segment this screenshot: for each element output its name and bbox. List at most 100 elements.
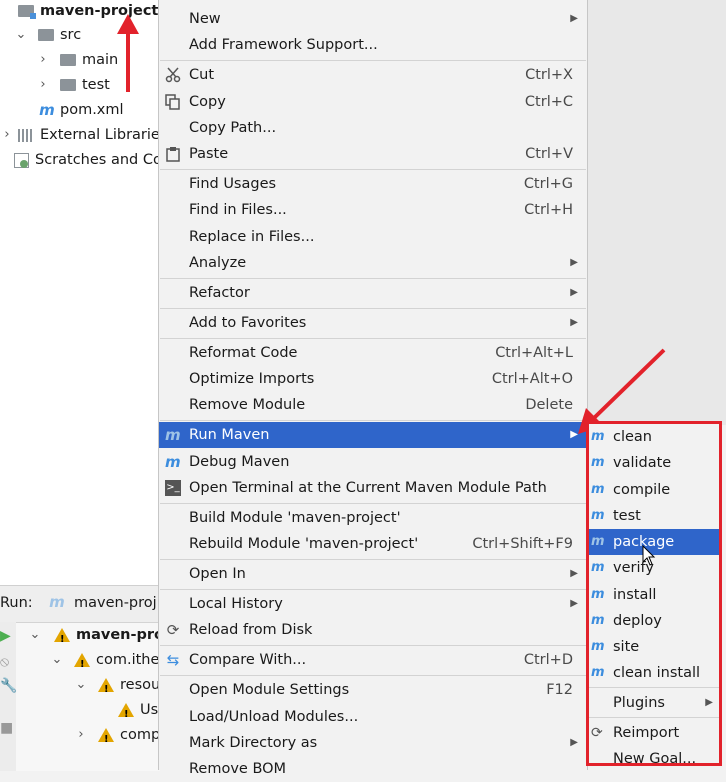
maven-goal-icon: m (591, 429, 605, 444)
run-tree-item[interactable]: ⌄ com.ithe (50, 649, 160, 676)
menu-item-remove-module[interactable]: Remove Module Delete (159, 392, 587, 418)
wrench-icon[interactable]: 🔧 (0, 678, 17, 694)
menu-item-label: Mark Directory as (189, 735, 318, 751)
maven-goal-clean[interactable]: m clean (589, 424, 719, 450)
chevron-right-icon[interactable]: › (74, 724, 88, 746)
tree-item-scratches[interactable]: Scratches and Co (14, 149, 162, 171)
red-arrow-annotation (117, 14, 139, 92)
submenu-plugins[interactable]: Plugins ▶ (589, 690, 719, 716)
chevron-down-icon[interactable]: ⌄ (28, 624, 42, 646)
menu-item-label: Cut (189, 67, 214, 83)
menu-separator (160, 645, 586, 646)
menu-item-find-in-files[interactable]: Find in Files... Ctrl+H (159, 197, 587, 223)
chevron-down-icon[interactable]: ⌄ (74, 674, 88, 696)
tree-item-test[interactable]: › test (36, 74, 109, 96)
menu-item-open-module-settings[interactable]: Open Module Settings F12 (159, 677, 587, 703)
menu-shortcut: Delete (525, 397, 573, 413)
menu-item-refactor[interactable]: Refactor ▶ (159, 280, 587, 306)
menu-item-paste[interactable]: Paste Ctrl+V (159, 141, 587, 167)
maven-goal-icon: m (591, 560, 605, 575)
reload-icon: ⟳ (166, 621, 180, 639)
menu-item-mark-directory-as[interactable]: Mark Directory as ▶ (159, 730, 587, 756)
maven-goal-validate[interactable]: m validate (589, 450, 719, 476)
submenu-arrow-icon: ▶ (570, 13, 578, 24)
menu-item-label: Remove Module (189, 397, 306, 413)
menu-item-compare-with[interactable]: ⇆ Compare With... Ctrl+D (159, 647, 587, 673)
menu-item-label: Remove BOM (189, 761, 287, 777)
stop-icon[interactable]: ⦸ (0, 654, 9, 670)
menu-separator (160, 675, 586, 676)
submenu-reimport[interactable]: ⟳ Reimport (589, 720, 719, 746)
maven-goal-test[interactable]: m test (589, 503, 719, 529)
run-tree-item[interactable]: ⌄ resou (74, 674, 161, 701)
project-tree-panel: maven-project ⌄ src › main › test m pom.… (0, 0, 162, 585)
menu-item-add-to-favorites[interactable]: Add to Favorites ▶ (159, 310, 587, 336)
menu-shortcut: Ctrl+Alt+O (491, 371, 573, 387)
menu-item-label: Load/Unload Modules... (189, 709, 359, 725)
chevron-right-icon[interactable]: › (0, 124, 14, 146)
menu-item-copy-path[interactable]: Copy Path... (159, 115, 587, 141)
submenu-label: Reimport (613, 725, 680, 741)
menu-item-build-module[interactable]: Build Module 'maven-project' (159, 505, 587, 531)
run-tree-item[interactable]: ⌄ maven-pro (28, 624, 164, 651)
warning-icon (54, 628, 70, 651)
menu-item-replace-in-files[interactable]: Replace in Files... (159, 224, 587, 250)
menu-item-label: Open Terminal at the Current Maven Modul… (189, 480, 547, 496)
chevron-right-icon[interactable]: › (36, 49, 50, 71)
menu-item-debug-maven[interactable]: m Debug Maven (159, 449, 587, 475)
menu-item-label: Analyze (189, 255, 247, 271)
maven-goal-site[interactable]: m site (589, 634, 719, 660)
menu-item-reformat-code[interactable]: Reformat Code Ctrl+Alt+L (159, 340, 587, 366)
menu-item-reload-from-disk[interactable]: ⟳ Reload from Disk (159, 617, 587, 643)
maven-goal-clean-install[interactable]: m clean install (589, 660, 719, 686)
menu-item-label: Find Usages (189, 176, 277, 192)
menu-item-label: Open In (189, 566, 246, 582)
run-toolbar: ▶ ⦸ 🔧 ■ (0, 622, 17, 771)
rerun-icon[interactable]: ▶ (0, 628, 11, 644)
menu-item-rebuild-module[interactable]: Rebuild Module 'maven-project' Ctrl+Shift… (159, 531, 587, 557)
menu-item-label: Optimize Imports (189, 371, 315, 387)
tree-item-pom[interactable]: m pom.xml (38, 99, 123, 121)
menu-item-run-maven[interactable]: m Run Maven ▶ (159, 422, 587, 448)
run-tree-item[interactable]: › comp (74, 724, 160, 751)
maven-goal-install[interactable]: m install (589, 582, 719, 608)
menu-separator (160, 278, 586, 279)
menu-item-find-usages[interactable]: Find Usages Ctrl+G (159, 171, 587, 197)
maven-goal-deploy[interactable]: m deploy (589, 608, 719, 634)
menu-item-copy[interactable]: Copy Ctrl+C (159, 89, 587, 115)
warning-icon (74, 653, 90, 676)
menu-item-label: Reformat Code (189, 345, 298, 361)
goal-label: site (613, 639, 640, 655)
tree-item-main[interactable]: › main (36, 49, 118, 71)
menu-item-optimize-imports[interactable]: Optimize Imports Ctrl+Alt+O (159, 366, 587, 392)
context-menu: New ▶ Add Framework Support... Cut Ctrl+X … (158, 0, 588, 777)
menu-item-new[interactable]: New ▶ (159, 6, 587, 32)
run-tab-label[interactable]: maven-proj (74, 595, 157, 611)
goal-label: clean (613, 429, 652, 445)
menu-item-add-framework-support[interactable]: Add Framework Support... (159, 32, 587, 58)
goal-label: validate (613, 455, 672, 471)
menu-item-local-history[interactable]: Local History ▶ (159, 591, 587, 617)
menu-shortcut: Ctrl+Shift+F9 (472, 536, 573, 552)
tree-item-label: src (60, 27, 82, 43)
run-tab-bar: Run: m maven-proj (0, 586, 160, 623)
run-tree-item[interactable]: Us (118, 699, 158, 726)
menu-item-remove-bom[interactable]: Remove BOM (159, 756, 587, 782)
maven-goal-icon: m (591, 508, 605, 523)
chevron-down-icon[interactable]: ⌄ (14, 24, 28, 46)
menu-item-label: Local History (189, 596, 283, 612)
tree-item-src[interactable]: ⌄ src (14, 24, 82, 46)
menu-shortcut: Ctrl+X (525, 67, 573, 83)
menu-item-open-in[interactable]: Open In ▶ (159, 561, 587, 587)
maven-goal-compile[interactable]: m compile (589, 477, 719, 503)
chevron-right-icon[interactable]: › (36, 74, 50, 96)
menu-item-load-unload-modules[interactable]: Load/Unload Modules... (159, 704, 587, 730)
submenu-new-goal[interactable]: New Goal... (589, 746, 719, 772)
pin-icon[interactable]: ■ (0, 720, 13, 736)
menu-item-cut[interactable]: Cut Ctrl+X (159, 62, 587, 88)
tree-item-external-libraries[interactable]: › External Librarie (0, 124, 159, 146)
chevron-down-icon[interactable]: ⌄ (50, 649, 64, 671)
menu-item-analyze[interactable]: Analyze ▶ (159, 250, 587, 276)
menu-item-open-terminal[interactable]: >_ Open Terminal at the Current Maven Mo… (159, 475, 587, 501)
menu-item-label: New (189, 11, 221, 27)
